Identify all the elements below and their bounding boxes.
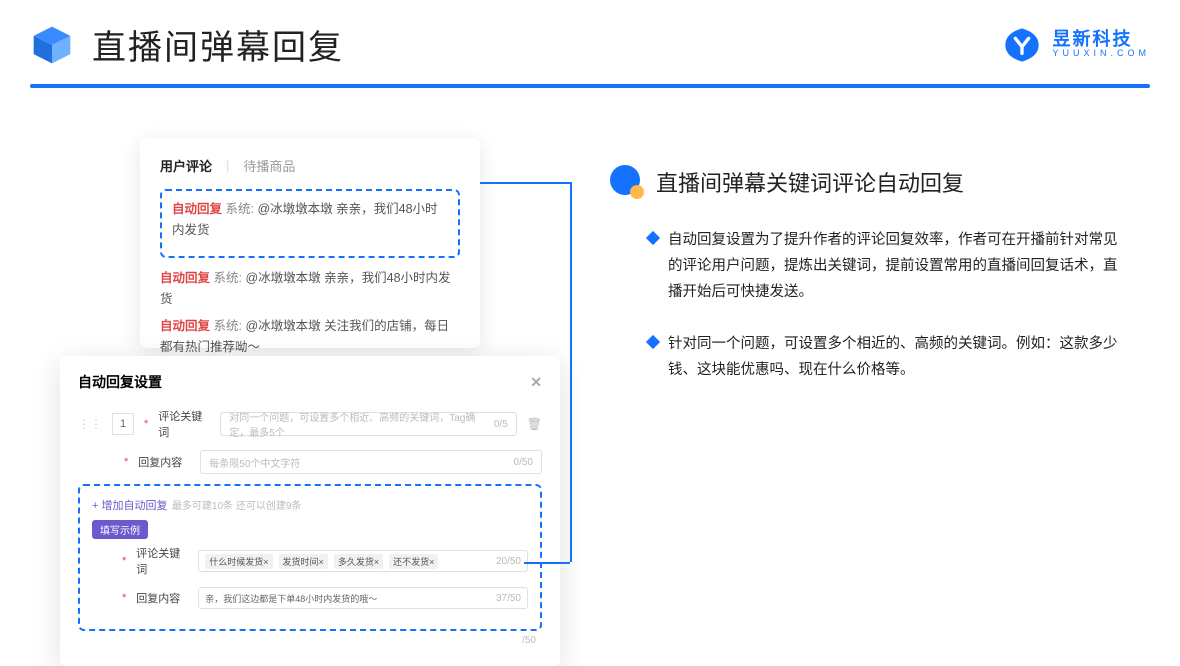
ex-reply-label: 回复内容 (136, 590, 188, 606)
tab-divider: | (226, 158, 229, 173)
diamond-icon (646, 231, 660, 245)
comments-card: 用户评论 | 待播商品 自动回复 系统: @冰墩墩本墩 亲亲，我们48小时内发货… (140, 138, 480, 348)
section-title: 直播间弹幕关键词评论自动回复 (656, 166, 964, 198)
connector-line (480, 182, 570, 184)
ex-tagset: 什么时候发货× 发货时间× 多久发货× 还不发货× (205, 554, 438, 569)
ex-keyword-input[interactable]: 什么时候发货× 发货时间× 多久发货× 还不发货× 20/50 (198, 550, 528, 572)
auto-reply-tag: 自动回复 (160, 271, 210, 285)
tag[interactable]: 什么时候发货× (205, 554, 272, 569)
bottom-count: /50 (78, 635, 542, 646)
keyword-input[interactable]: 对同一个问题，可设置多个相近、高频的关键词，Tag确定，最多5个 0/5 (220, 412, 516, 436)
brand-logo-icon (1002, 25, 1042, 65)
bullet-row: 自动回复设置为了提升作者的评论回复效率，作者可在开播前针对常见的评论用户问题，提… (648, 227, 1130, 305)
tag[interactable]: 多久发货× (334, 554, 383, 569)
ex-keyword-count: 20/50 (496, 556, 521, 567)
reply-count: 0/50 (514, 457, 533, 468)
keyword-placeholder: 对同一个问题，可设置多个相近、高频的关键词，Tag确定，最多5个 (229, 409, 494, 439)
auto-reply-tag: 自动回复 (160, 319, 210, 333)
settings-title: 自动回复设置 (78, 372, 162, 392)
brand-text: 昱新科技 YUUXIN.COM (1052, 30, 1150, 60)
reply-row: * 回复内容 每条限50个中文字符 0/50 (78, 450, 542, 474)
reply-input[interactable]: 每条限50个中文字符 0/50 (200, 450, 542, 474)
tag[interactable]: 发货时间× (279, 554, 328, 569)
keyword-count: 0/5 (494, 419, 508, 430)
connector-line (570, 182, 572, 562)
keyword-label: 评论关键词 (158, 408, 210, 440)
system-tag: 系统: (226, 202, 254, 216)
add-sub-text: 最多可建10条 还可以创建9条 (172, 501, 301, 512)
bullet-text: 自动回复设置为了提升作者的评论回复效率，作者可在开播前针对常见的评论用户问题，提… (668, 227, 1130, 305)
brand-name: 昱新科技 (1052, 30, 1150, 50)
index-box: 1 (112, 413, 134, 435)
tag[interactable]: 还不发货× (389, 554, 438, 569)
required-dot: * (124, 456, 128, 468)
example-reply-row: * 回复内容 亲，我们这边都是下单48小时内发货的哦～ 37/50 (92, 587, 528, 609)
brand-subtitle: YUUXIN.COM (1052, 49, 1150, 59)
reply-placeholder: 每条限50个中文字符 (209, 455, 300, 470)
brand: 昱新科技 YUUXIN.COM (1002, 25, 1150, 65)
settings-header: 自动回复设置 ✕ (78, 372, 542, 392)
tabs: 用户评论 | 待播商品 (160, 156, 460, 175)
ex-reply-input[interactable]: 亲，我们这边都是下单48小时内发货的哦～ 37/50 (198, 587, 528, 609)
system-tag: 系统: (214, 271, 242, 285)
trash-icon[interactable]: 🗑 (527, 417, 542, 431)
system-tag: 系统: (214, 319, 242, 333)
bullet-text: 针对同一个问题，可设置多个相近的、高频的关键词。例如：这款多少钱、这块能优惠吗、… (668, 331, 1130, 383)
reply-label: 回复内容 (138, 454, 190, 470)
tab-pending-goods[interactable]: 待播商品 (243, 156, 295, 175)
tab-user-comments[interactable]: 用户评论 (160, 156, 212, 175)
header-divider (30, 84, 1150, 88)
required-dot: * (144, 418, 148, 430)
example-keyword-row: * 评论关键词 什么时候发货× 发货时间× 多久发货× 还不发货× 20/50 (92, 545, 528, 577)
highlighted-comment-box: 自动回复 系统: @冰墩墩本墩 亲亲，我们48小时内发货 (160, 189, 460, 258)
bullet-row: 针对同一个问题，可设置多个相近的、高频的关键词。例如：这款多少钱、这块能优惠吗、… (648, 331, 1130, 383)
auto-reply-tag: 自动回复 (172, 202, 222, 216)
settings-card: 自动回复设置 ✕ ⋮⋮ 1 * 评论关键词 对同一个问题，可设置多个相近、高频的… (60, 356, 560, 666)
example-chip: 填写示例 (92, 520, 148, 539)
cube-icon (30, 23, 74, 67)
ex-reply-text: 亲，我们这边都是下单48小时内发货的哦～ (205, 592, 377, 605)
page-title: 直播间弹幕回复 (92, 20, 344, 69)
circle-icon (610, 165, 644, 199)
ex-keyword-label: 评论关键词 (136, 545, 188, 577)
drag-handle-icon[interactable]: ⋮⋮ (78, 417, 102, 431)
add-auto-reply-link[interactable]: + 增加自动回复 (92, 500, 167, 512)
header: 直播间弹幕回复 昱新科技 YUUXIN.COM (30, 20, 1150, 69)
required-dot: * (122, 592, 126, 604)
comment-row: 自动回复 系统: @冰墩墩本墩 亲亲，我们48小时内发货 (172, 199, 448, 242)
diamond-icon (646, 335, 660, 349)
required-dot: * (122, 555, 126, 567)
description-area: 直播间弹幕关键词评论自动回复 自动回复设置为了提升作者的评论回复效率，作者可在开… (610, 165, 1130, 409)
example-box: + 增加自动回复 最多可建10条 还可以创建9条 填写示例 * 评论关键词 什么… (78, 484, 542, 631)
ex-reply-count: 37/50 (496, 593, 521, 604)
close-icon[interactable]: ✕ (530, 374, 542, 391)
header-left: 直播间弹幕回复 (30, 20, 344, 69)
section-header: 直播间弹幕关键词评论自动回复 (610, 165, 1130, 199)
comment-row: 自动回复 系统: @冰墩墩本墩 亲亲，我们48小时内发货 (160, 268, 460, 311)
keyword-row: ⋮⋮ 1 * 评论关键词 对同一个问题，可设置多个相近、高频的关键词，Tag确定… (78, 408, 542, 440)
comment-row: 自动回复 系统: @冰墩墩本墩 关注我们的店铺，每日都有热门推荐呦～ (160, 316, 460, 359)
